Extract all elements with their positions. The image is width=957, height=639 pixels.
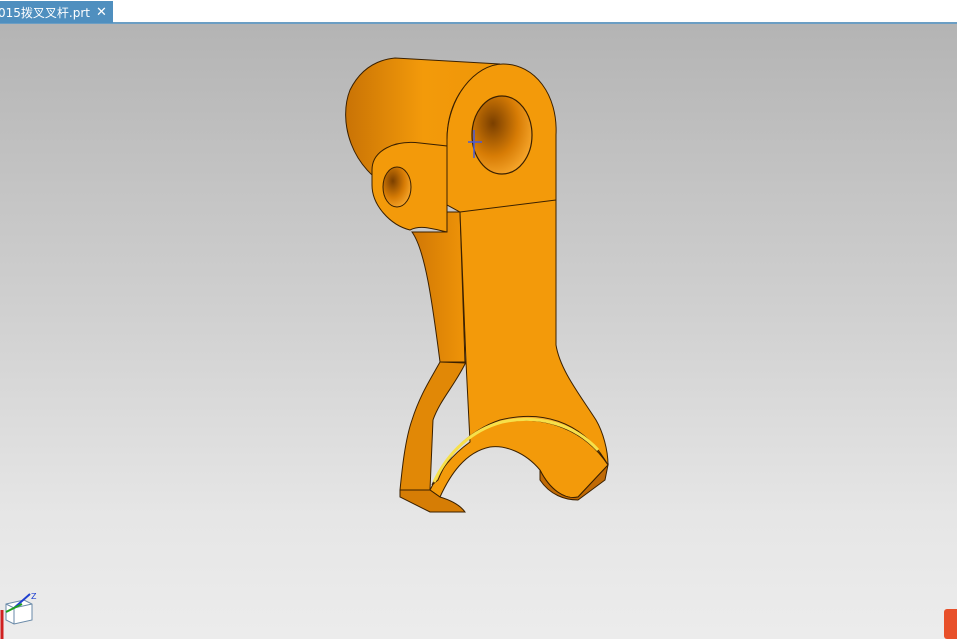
small-boss-hole (382, 166, 412, 208)
document-tab-label: 015拨叉叉杆.prt (0, 5, 90, 20)
nx-window: 015拨叉叉杆.prt ✕ Z (0, 0, 957, 639)
fork-bottom-left-face (399, 489, 466, 513)
fork-lever-model[interactable] (0, 24, 957, 639)
document-tab[interactable]: 015拨叉叉杆.prt ✕ (0, 1, 113, 23)
fork-side-face (399, 361, 467, 491)
document-tab-bar: 015拨叉叉杆.prt ✕ (0, 0, 957, 24)
graphics-viewport[interactable]: Z (0, 24, 957, 639)
view-triad[interactable]: Z (0, 590, 40, 639)
triad-z-label: Z (31, 592, 37, 601)
corner-badge-icon (944, 609, 957, 639)
arm-side-face (411, 211, 466, 364)
close-icon[interactable]: ✕ (96, 5, 107, 20)
top-boss-hole (471, 95, 533, 175)
